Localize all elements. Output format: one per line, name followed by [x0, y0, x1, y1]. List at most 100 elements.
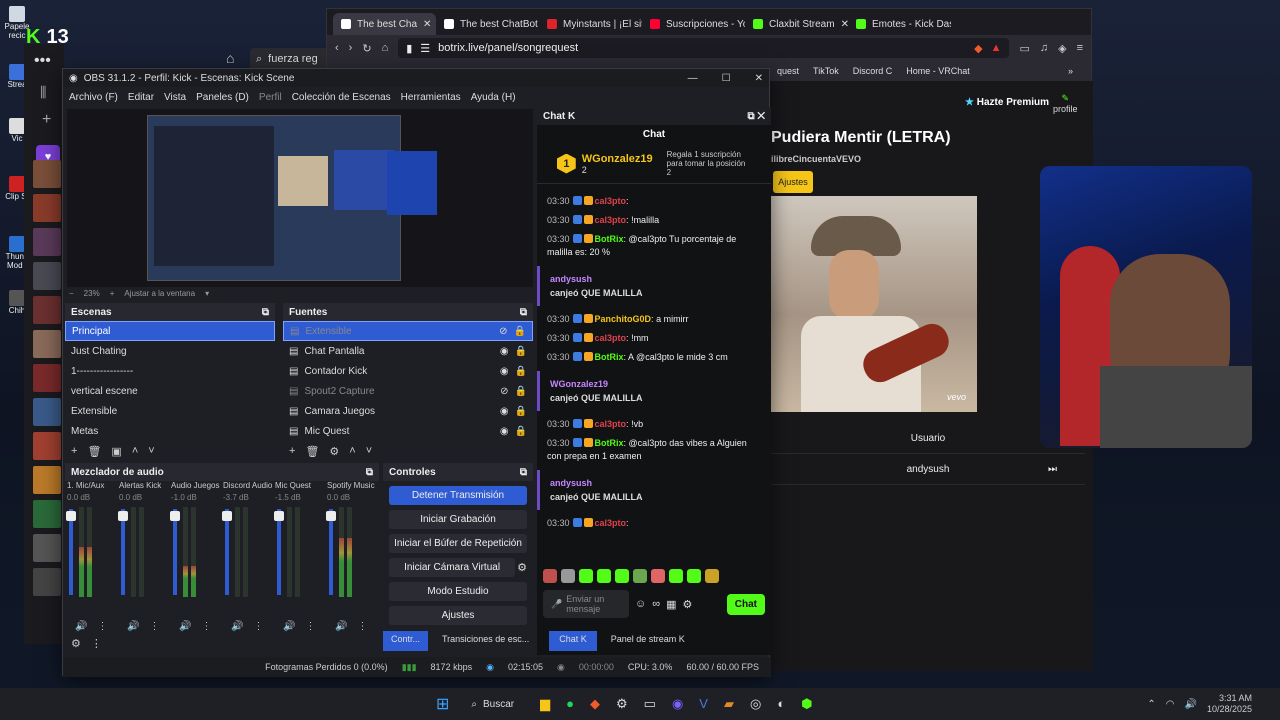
source-item[interactable]: ▤ Camara Juegos ◉ 🔒 — [283, 401, 533, 421]
zoom-in-icon[interactable]: + — [110, 289, 115, 298]
more-icon[interactable]: ⋮ — [357, 621, 367, 632]
mixer-settings-icon[interactable]: ⚙ — [71, 637, 81, 650]
lock-icon[interactable]: 🔒 — [515, 426, 527, 437]
gear-icon[interactable]: ⚙ — [329, 445, 339, 458]
studio-mode-button[interactable]: Modo Estudio — [389, 582, 527, 601]
volume-knob[interactable] — [326, 511, 336, 521]
more-icon[interactable]: ⋮ — [253, 621, 263, 632]
volume-slider[interactable] — [222, 509, 232, 595]
lock-icon[interactable]: 🔒 — [515, 386, 527, 397]
source-item[interactable]: ▤ Spout2 Capture ⊘ 🔒 — [283, 381, 533, 401]
bookmark-item[interactable]: Discord C — [853, 66, 893, 76]
browser-tab[interactable]: Emotes - Kick Dashb✕ — [848, 13, 951, 35]
scene-item[interactable]: Just Chating — [65, 341, 275, 361]
chevron-up-icon[interactable]: ˄ — [349, 445, 355, 457]
menu-perfil[interactable]: Perfil — [259, 92, 282, 103]
gear-icon[interactable]: ⚙ — [682, 598, 692, 611]
more-icon[interactable]: ⋮ — [149, 621, 159, 632]
tab-chat-k[interactable]: Chat K — [549, 631, 597, 651]
premium-link[interactable]: ★ Hazte Premium — [965, 97, 1049, 108]
volume-knob[interactable] — [66, 511, 76, 521]
emote-icon[interactable] — [705, 569, 719, 583]
menu-archivo[interactable]: Archivo (F) — [69, 92, 118, 103]
profile-button[interactable]: ✎ profile — [1053, 93, 1078, 114]
wifi-icon[interactable]: ◠ — [1166, 699, 1175, 710]
thumbnail-image[interactable] — [33, 194, 61, 222]
lock-icon[interactable]: 🔒 — [514, 326, 526, 337]
source-item[interactable]: ▤ Mic Quest ◉ 🔒 — [283, 421, 533, 441]
thumbnail-image[interactable] — [33, 296, 61, 324]
eye-icon[interactable]: ◉ — [500, 406, 509, 417]
close-icon[interactable]: ✕ — [755, 73, 763, 84]
more-icon[interactable]: ⋮ — [201, 621, 211, 632]
chevron-down-icon[interactable]: ˅ — [366, 445, 372, 457]
obs-icon[interactable]: ◎ — [750, 696, 761, 712]
eye-icon[interactable]: ◉ — [500, 426, 509, 437]
scene-item[interactable]: Metas — [65, 421, 275, 441]
tab-panel-stream[interactable]: Panel de stream K — [605, 631, 691, 651]
bookmark-item[interactable]: Home - VRChat — [906, 66, 970, 76]
trash-icon[interactable]: 🗑 — [87, 445, 101, 458]
zoom-out-icon[interactable]: − — [69, 289, 74, 298]
app-icon[interactable]: ◐ — [777, 696, 785, 712]
undock-icon[interactable]: ⧉ — [262, 307, 269, 318]
kick-icon[interactable]: ⬢ — [801, 696, 812, 712]
bookmark-item[interactable]: quest — [777, 66, 799, 76]
scene-item[interactable]: Extensible — [65, 401, 275, 421]
eye-icon[interactable]: ◉ — [500, 346, 509, 357]
volume-knob[interactable] — [170, 511, 180, 521]
mic-icon[interactable]: 🎤 — [551, 599, 562, 610]
maximize-icon[interactable]: ☐ — [722, 73, 731, 84]
thumbnail-image[interactable] — [33, 262, 61, 290]
taskbar-search[interactable]: ⌕ Buscar — [471, 699, 514, 710]
gift-prompt[interactable]: Regala 1 suscripción para tomar la posic… — [667, 150, 751, 177]
volume-knob[interactable] — [274, 511, 284, 521]
volume-slider[interactable] — [170, 509, 180, 595]
scene-item[interactable]: vertical escene — [65, 381, 275, 401]
chevron-down-icon[interactable]: ˅ — [148, 445, 154, 457]
minimize-icon[interactable]: — — [688, 73, 698, 84]
message-user[interactable]: cal3pto — [595, 518, 627, 528]
tray-icon[interactable]: ⌃ — [1147, 699, 1155, 710]
volume-slider[interactable] — [326, 509, 336, 595]
thumbnail-image[interactable] — [33, 398, 61, 426]
chat-input[interactable]: 🎤 Enviar un mensaje — [543, 590, 629, 618]
thumbnail-image[interactable] — [33, 364, 61, 392]
lock-icon[interactable]: 🔒 — [515, 366, 527, 377]
lock-icon[interactable]: 🔒 — [515, 346, 527, 357]
spotify-icon[interactable]: ● — [566, 696, 574, 712]
volume-slider[interactable] — [118, 509, 128, 595]
emote-icon[interactable] — [615, 569, 629, 583]
settings-button[interactable]: Ajustes — [389, 606, 527, 625]
bookmark-item[interactable]: TikTok — [813, 66, 839, 76]
emote-icon[interactable] — [687, 569, 701, 583]
message-user[interactable]: PanchitoG0D — [595, 314, 652, 324]
tab-controles[interactable]: Contr... — [383, 631, 429, 651]
speaker-icon[interactable]: 🔊 — [179, 621, 191, 632]
back-icon[interactable]: ‹ — [335, 42, 339, 54]
discord-icon[interactable]: ◉ — [672, 696, 683, 712]
virtual-camera-button[interactable]: Iniciar Cámara Virtual — [389, 558, 516, 577]
bookmark-icon[interactable]: ▮ — [406, 42, 412, 55]
forward-icon[interactable]: › — [349, 42, 353, 54]
volume-knob[interactable] — [222, 511, 232, 521]
preview-canvas[interactable] — [67, 109, 533, 287]
thumbnail-image[interactable] — [33, 432, 61, 460]
home-icon[interactable]: ⌂ — [226, 50, 234, 66]
gift-icon[interactable]: ▦ — [666, 598, 676, 611]
menu-coleccion[interactable]: Colección de Escenas — [292, 92, 391, 103]
trash-icon[interactable]: 🗑 — [305, 445, 319, 458]
undock-icon[interactable]: ⧉ — [366, 467, 373, 478]
emoji-icon[interactable]: ☺ — [635, 598, 646, 610]
add-icon[interactable]: + — [71, 445, 77, 457]
clock[interactable]: 3:31 AM 10/28/2025 — [1207, 693, 1280, 715]
emote-icon[interactable] — [579, 569, 593, 583]
browser-tab[interactable]: Claxbit Stream ✕ — [745, 13, 848, 35]
thumbnail-image[interactable] — [33, 466, 61, 494]
message-user[interactable]: cal3pto — [595, 215, 627, 225]
eye-off-icon[interactable]: ⊘ — [499, 326, 507, 337]
add-icon[interactable]: + — [289, 445, 295, 457]
scene-item[interactable]: 1----------------- — [65, 361, 275, 381]
volume-slider[interactable] — [66, 509, 76, 595]
message-user[interactable]: BotRix — [595, 234, 624, 244]
